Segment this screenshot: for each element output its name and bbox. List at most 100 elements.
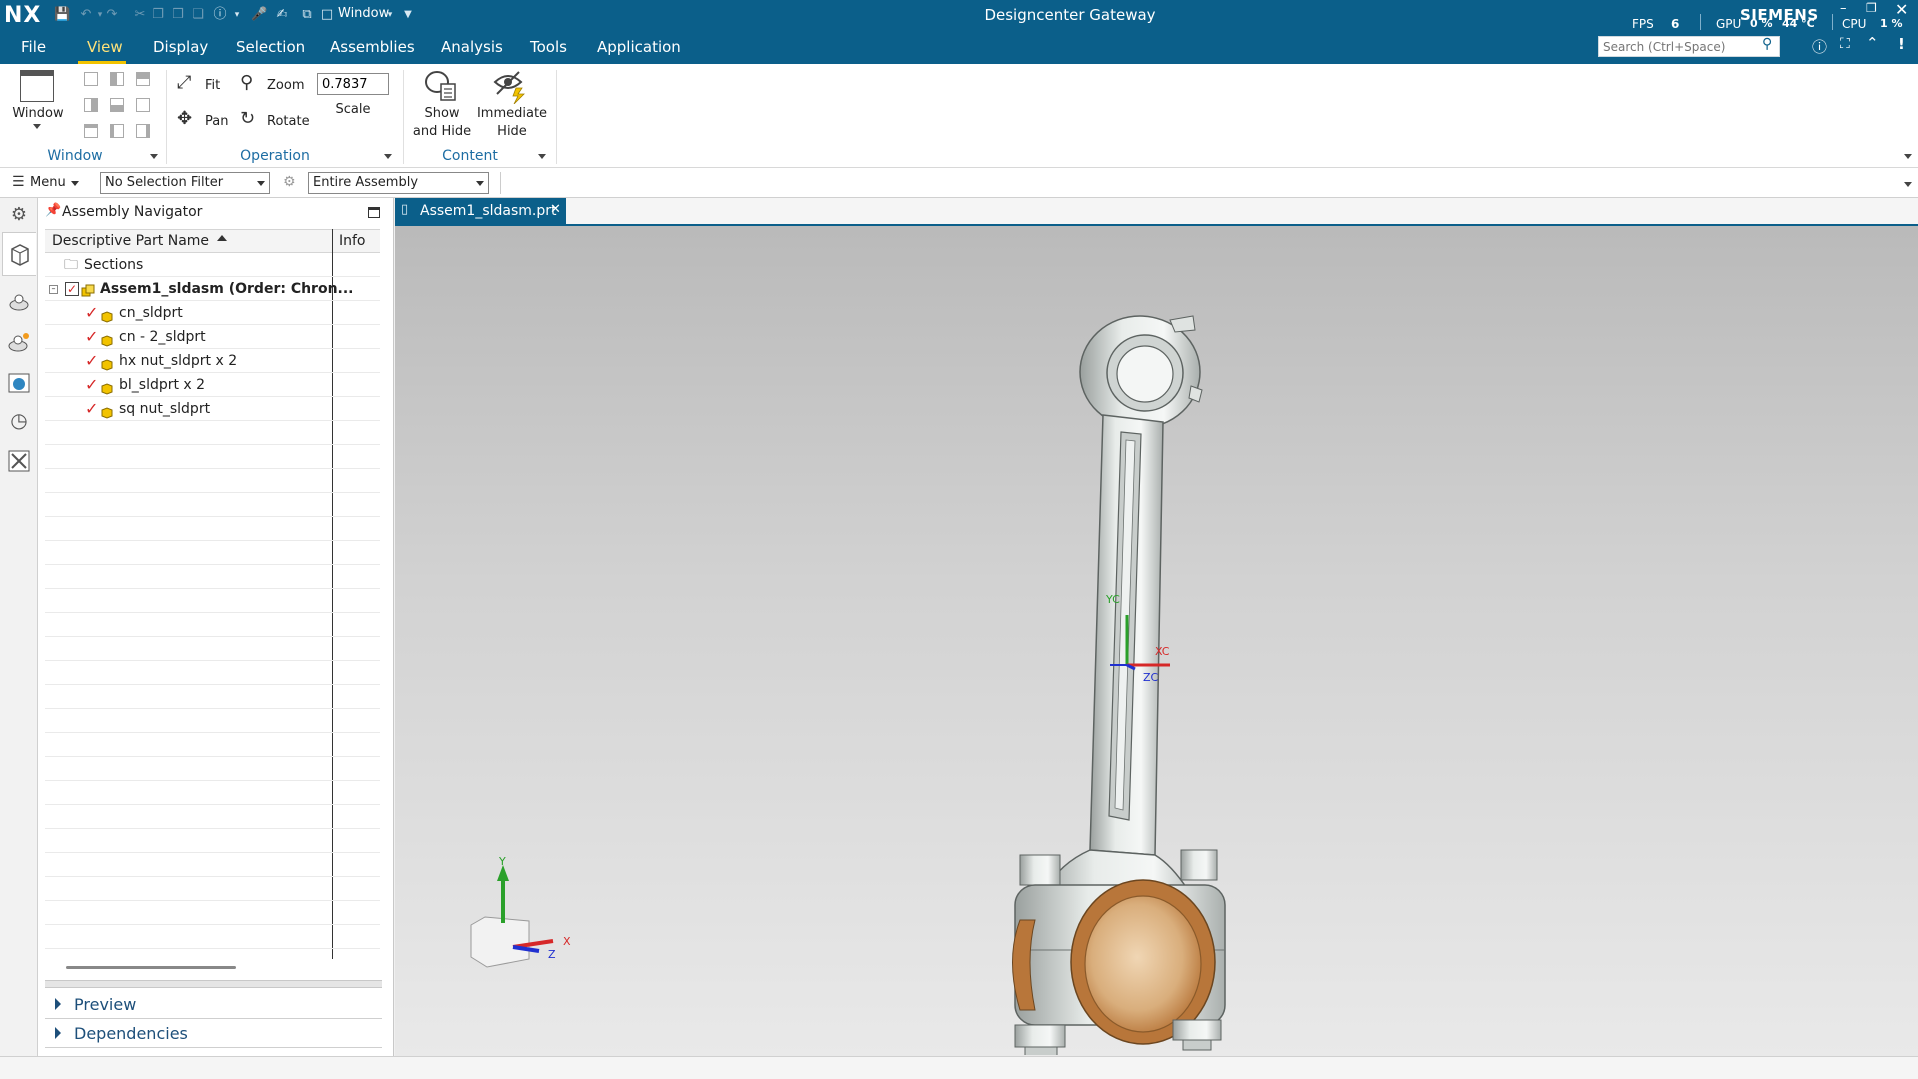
window-dropdown-icon[interactable] — [33, 124, 41, 129]
pin-icon[interactable]: 📌 — [45, 203, 61, 218]
duplicate-icon[interactable]: ❏ — [190, 7, 206, 23]
pan-button[interactable]: Pan — [205, 114, 228, 129]
layout-quad-icon[interactable] — [136, 98, 150, 112]
help-dropdown-icon[interactable]: ▾ — [229, 7, 245, 23]
tree-row-sections[interactable]: 🗀 Sections — [45, 253, 380, 277]
column-header-name[interactable]: Descriptive Part Name — [52, 233, 209, 249]
restore-icon[interactable]: ❐ — [1866, 1, 1877, 15]
rotate-button[interactable]: Rotate — [267, 114, 310, 129]
tree-row-part[interactable]: ✓ sq nut_sldprt — [45, 397, 380, 421]
selection-scope-dropdown[interactable]: Entire Assembly — [308, 172, 489, 194]
ribbon-options-icon[interactable] — [1904, 154, 1912, 159]
selection-filter-dropdown[interactable]: No Selection Filter — [100, 172, 270, 194]
menu-display[interactable]: Display — [153, 38, 208, 56]
menu-file[interactable]: File — [21, 38, 46, 56]
view-triad[interactable] — [465, 855, 575, 975]
part-navigator-icon[interactable] — [6, 330, 32, 356]
menu-analysis[interactable]: Analysis — [441, 38, 503, 56]
expand-dependencies-icon[interactable] — [55, 1027, 61, 1039]
show-hide-label-1[interactable]: Show — [410, 106, 474, 121]
maximize-panel-icon[interactable] — [368, 207, 380, 218]
layout-three-icon[interactable] — [84, 124, 98, 138]
layout-bottom-icon[interactable] — [110, 98, 124, 112]
checked-icon[interactable]: ✓ — [85, 325, 98, 349]
tree-row-part[interactable]: ✓ bl_sldprt x 2 — [45, 373, 380, 397]
horizontal-scrollbar[interactable] — [66, 966, 236, 969]
immediate-hide-label-2[interactable]: Hide — [476, 124, 548, 139]
fit-icon[interactable]: ⤢ — [177, 72, 191, 93]
checked-icon[interactable]: ✓ — [85, 373, 98, 397]
layout-single-icon[interactable] — [84, 72, 98, 86]
constraint-navigator-icon[interactable] — [6, 290, 32, 316]
preview-section[interactable]: Preview — [74, 995, 136, 1014]
save-icon[interactable]: 💾 — [54, 7, 70, 23]
help-circle-icon[interactable]: ⓘ — [1812, 36, 1827, 57]
layout-six-icon[interactable] — [136, 124, 150, 138]
customize-quick-access-icon[interactable]: ▼ — [400, 7, 416, 23]
column-header-info[interactable]: Info — [339, 233, 366, 249]
paste-icon[interactable]: ❒ — [170, 7, 186, 23]
close-tab-icon[interactable]: ✕ — [550, 202, 561, 217]
filter-reset-icon[interactable]: ⚙ — [283, 174, 296, 190]
tree-row-part[interactable]: ✓ cn_sldprt — [45, 301, 380, 325]
minimize-icon[interactable]: – — [1840, 1, 1847, 16]
history-icon[interactable]: ◷ — [6, 408, 32, 434]
redo-icon[interactable]: ↷ — [104, 7, 120, 23]
operation-group-expand-icon[interactable] — [384, 154, 392, 159]
menu-assemblies[interactable]: Assemblies — [330, 38, 415, 56]
window-icon[interactable] — [20, 70, 54, 102]
window-switch-icon[interactable]: ⧉ — [299, 7, 315, 23]
search-icon[interactable]: ⚲ — [1762, 36, 1772, 52]
cut-icon[interactable]: ✂ — [132, 7, 148, 23]
layout-left-icon[interactable] — [84, 98, 98, 112]
fit-button[interactable]: Fit — [205, 78, 220, 93]
menu-dropdown-icon[interactable] — [71, 181, 79, 186]
layout-vertical-icon[interactable] — [110, 72, 124, 86]
panel-splitter[interactable] — [45, 980, 382, 988]
expand-preview-icon[interactable] — [55, 998, 61, 1010]
command-search-input[interactable] — [1598, 36, 1780, 57]
settings-icon[interactable]: ⚙ — [6, 204, 32, 230]
menu-selection[interactable]: Selection — [236, 38, 305, 56]
hamburger-icon[interactable]: ☰ — [12, 174, 25, 190]
dependencies-section[interactable]: Dependencies — [74, 1024, 188, 1043]
document-tab[interactable]: ▯ Assem1_sldasm.prt ✕ — [395, 198, 566, 224]
visibility-checkbox[interactable]: ✓ — [65, 282, 79, 296]
checked-icon[interactable]: ✓ — [85, 349, 98, 373]
content-group-expand-icon[interactable] — [538, 154, 546, 159]
assembly-navigator-tab[interactable] — [2, 232, 36, 276]
immediate-hide-icon[interactable] — [492, 68, 528, 105]
tree-row-part[interactable]: ✓ cn - 2_sldprt — [45, 325, 380, 349]
tree-row-part[interactable]: ✓ hx nut_sldprt x 2 — [45, 349, 380, 373]
web-browser-icon[interactable] — [6, 370, 32, 396]
tools-icon[interactable] — [6, 448, 32, 474]
immediate-hide-label-1[interactable]: Immediate — [476, 106, 548, 121]
zoom-icon[interactable]: ⚲ — [240, 72, 253, 93]
scale-input[interactable] — [317, 73, 389, 95]
window-menu-dropdown-icon[interactable]: ▾ — [382, 7, 398, 23]
copy-icon[interactable]: ❐ — [150, 7, 166, 23]
sort-ascending-icon[interactable] — [217, 235, 227, 241]
rotate-icon[interactable]: ↻ — [240, 108, 255, 129]
menu-application[interactable]: Application — [597, 38, 681, 56]
layout-four-icon[interactable] — [110, 124, 124, 138]
show-hide-icon[interactable] — [423, 68, 459, 104]
pan-icon[interactable]: ✥ — [177, 108, 192, 129]
tree-row-root[interactable]: – ✓ Assem1_sldasm (Order: Chron... — [45, 277, 380, 301]
show-hide-label-2[interactable]: and Hide — [410, 124, 474, 139]
help-icon[interactable]: ⓘ — [212, 7, 228, 23]
window-group-expand-icon[interactable] — [150, 154, 158, 159]
microphone-icon[interactable]: 🎤 — [251, 7, 267, 23]
alert-icon[interactable]: ! — [1898, 35, 1905, 53]
checked-icon[interactable]: ✓ — [85, 397, 98, 421]
menu-tools[interactable]: Tools — [530, 38, 567, 56]
collapse-toggle-icon[interactable]: – — [49, 285, 58, 294]
collapse-ribbon-icon[interactable]: ⌃ — [1866, 34, 1879, 52]
zoom-button[interactable]: Zoom — [267, 78, 304, 93]
window-menu-icon[interactable]: □ — [319, 7, 335, 23]
checked-icon[interactable]: ✓ — [85, 301, 98, 325]
menu-view[interactable]: View — [87, 38, 123, 56]
layout-horizontal-icon[interactable] — [136, 72, 150, 86]
menu-button[interactable]: Menu — [30, 175, 66, 190]
window-button-label[interactable]: Window — [8, 106, 68, 121]
